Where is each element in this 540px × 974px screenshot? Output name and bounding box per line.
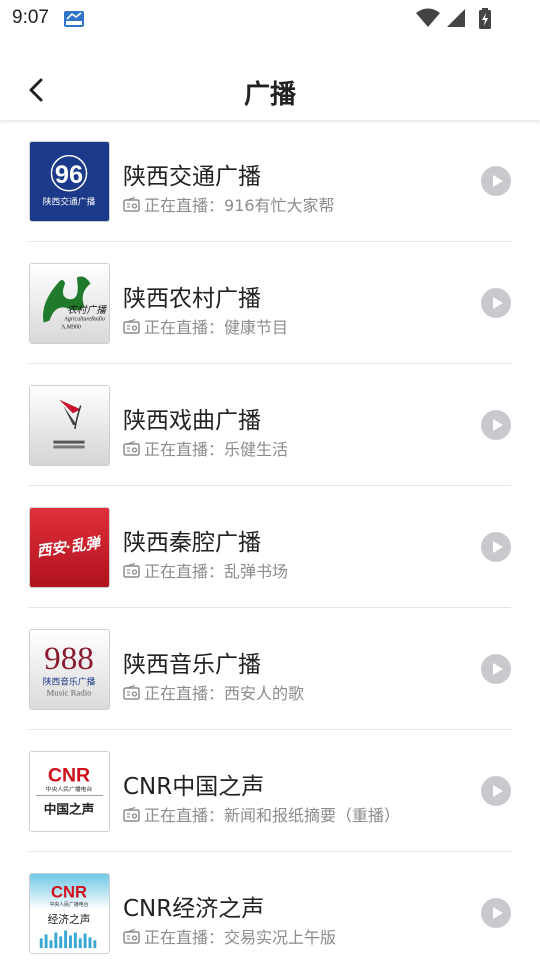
svg-text:AgricultureRadio: AgricultureRadio — [63, 317, 105, 323]
play-button[interactable] — [481, 166, 511, 196]
svg-text:中央人民广播电台: 中央人民广播电台 — [46, 785, 93, 793]
now-playing-prefix: 正在直播： — [144, 440, 225, 459]
station-now-playing: 正在直播： 健康节目 — [123, 314, 288, 338]
station-item[interactable]: CNR 中央人民广播电台 经济之声 CNR经济之声 正在直播： 交易实况上午版 — [29, 852, 511, 974]
play-button[interactable] — [481, 532, 511, 562]
cell-signal-icon — [447, 9, 465, 27]
now-playing-program: 乱弹书场 — [224, 562, 289, 581]
shaanxi-music-radio-logo: 988 陕西音乐广播 Music Radio — [30, 630, 109, 709]
station-logo — [29, 385, 110, 466]
svg-text:96: 96 — [55, 161, 83, 189]
station-item[interactable]: 988 陕西音乐广播 Music Radio 陕西音乐广播 正在直播： 西安人的歌 — [29, 608, 511, 730]
radio-icon — [123, 684, 140, 700]
station-item[interactable]: 西安·乱弹 陕西秦腔广播 正在直播： 乱弹书场 — [29, 486, 511, 608]
station-logo: CNR 中央人民广播电台 经济之声 — [29, 873, 110, 954]
svg-text:988: 988 — [44, 640, 94, 677]
battery-icon — [479, 8, 491, 29]
shaanxi-traffic-radio-logo: 96 陕西交通广播 — [30, 142, 109, 221]
station-now-playing: 正在直播： 西安人的歌 — [123, 680, 304, 704]
svg-text:A.M900: A.M900 — [61, 324, 81, 330]
cnr-economic-voice-logo: CNR 中央人民广播电台 经济之声 — [30, 874, 109, 953]
now-playing-program: 新闻和报纸摘要（重播） — [224, 806, 401, 825]
svg-text:陕西交通广播: 陕西交通广播 — [43, 195, 96, 207]
play-button[interactable] — [481, 410, 511, 440]
station-list: 96 陕西交通广播 陕西交通广播 正在直播： 916有忙大家帮 农村广播 Agr… — [0, 120, 540, 974]
radio-icon — [123, 928, 140, 944]
svg-text:中国之声: 中国之声 — [44, 801, 95, 816]
station-item[interactable]: CNR 中央人民广播电台 中国之声 CNR中国之声 正在直播： 新闻和报纸摘要（重… — [29, 730, 511, 852]
shaanxi-opera-radio-logo — [30, 386, 109, 465]
now-playing-prefix: 正在直播： — [144, 806, 225, 825]
svg-text:Music Radio: Music Radio — [46, 687, 92, 697]
station-item[interactable]: 农村广播 AgricultureRadio A.M900 陕西农村广播 正在直播… — [29, 242, 511, 364]
radio-icon — [123, 440, 140, 456]
station-logo: 农村广播 AgricultureRadio A.M900 — [29, 263, 110, 344]
station-now-playing: 正在直播： 新闻和报纸摘要（重播） — [123, 802, 400, 826]
app-bar: 广播 — [0, 38, 540, 120]
station-item[interactable]: 陕西戏曲广播 正在直播： 乐健生活 — [29, 364, 511, 486]
station-now-playing: 正在直播： 乱弹书场 — [123, 558, 288, 582]
svg-text:经济之声: 经济之声 — [48, 913, 91, 926]
now-playing-program: 916有忙大家帮 — [224, 196, 335, 215]
now-playing-program: 乐健生活 — [224, 440, 289, 459]
play-button[interactable] — [481, 898, 511, 928]
page-title: 广播 — [243, 80, 296, 110]
station-name: CNR中国之声 — [123, 774, 265, 800]
now-playing-program: 健康节目 — [224, 318, 289, 337]
notification-app-icon — [64, 11, 84, 27]
radio-icon — [123, 196, 140, 212]
shaanxi-rural-radio-logo: 农村广播 AgricultureRadio A.M900 — [30, 264, 109, 343]
station-now-playing: 正在直播： 916有忙大家帮 — [123, 192, 335, 216]
station-now-playing: 正在直播： 交易实况上午版 — [123, 924, 336, 948]
radio-icon — [123, 806, 140, 822]
station-logo: 西安·乱弹 — [29, 507, 110, 588]
station-name: 陕西音乐广播 — [123, 652, 261, 678]
now-playing-prefix: 正在直播： — [144, 928, 225, 947]
station-logo: 96 陕西交通广播 — [29, 141, 110, 222]
now-playing-prefix: 正在直播： — [144, 684, 225, 703]
svg-text:中央人民广播电台: 中央人民广播电台 — [50, 901, 89, 908]
station-item[interactable]: 96 陕西交通广播 陕西交通广播 正在直播： 916有忙大家帮 — [29, 120, 511, 242]
shaanxi-qinqiang-radio-logo: 西安·乱弹 — [30, 508, 109, 587]
radio-icon — [123, 318, 140, 334]
station-name: CNR经济之声 — [123, 896, 265, 922]
play-button[interactable] — [481, 288, 511, 318]
svg-text:陕西音乐广播: 陕西音乐广播 — [43, 676, 96, 688]
station-logo: CNR 中央人民广播电台 中国之声 — [29, 751, 110, 832]
wifi-icon — [416, 8, 440, 27]
station-name: 陕西交通广播 — [123, 164, 261, 190]
now-playing-prefix: 正在直播： — [144, 318, 225, 337]
svg-text:CNR: CNR — [48, 764, 90, 786]
now-playing-program: 交易实况上午版 — [224, 928, 337, 947]
status-time: 9:07 — [12, 7, 49, 28]
radio-icon — [123, 562, 140, 578]
play-button[interactable] — [481, 776, 511, 806]
station-name: 陕西秦腔广播 — [123, 530, 261, 556]
cnr-voice-of-china-logo: CNR 中央人民广播电台 中国之声 — [30, 752, 109, 831]
station-name: 陕西农村广播 — [123, 286, 261, 312]
svg-text:CNR: CNR — [51, 882, 87, 901]
station-now-playing: 正在直播： 乐健生活 — [123, 436, 288, 460]
status-bar: 9:07 — [0, 0, 540, 38]
station-logo: 988 陕西音乐广播 Music Radio — [29, 629, 110, 710]
svg-text:农村广播: 农村广播 — [67, 304, 107, 316]
play-button[interactable] — [481, 654, 511, 684]
now-playing-prefix: 正在直播： — [144, 196, 225, 215]
station-name: 陕西戏曲广播 — [123, 408, 261, 434]
now-playing-program: 西安人的歌 — [224, 684, 305, 703]
now-playing-prefix: 正在直播： — [144, 562, 225, 581]
